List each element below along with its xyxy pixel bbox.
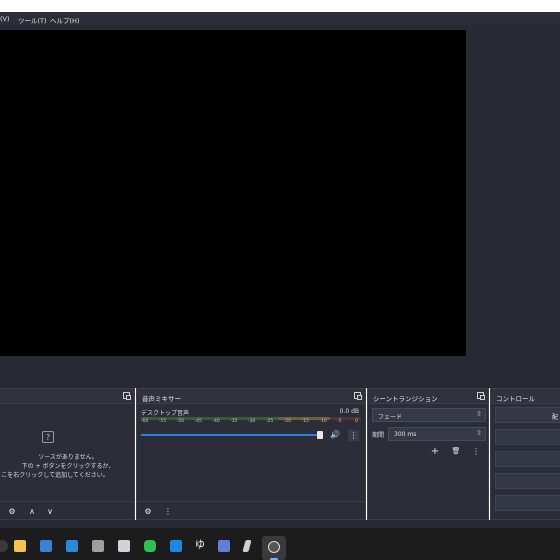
scene-transitions-dock: シーントランジション フェード ⇳ 期間 300 ms ⇳ + 🗑 ⋮ [367,388,489,520]
meter-tick-label: -50 [176,419,185,424]
controls-button-3[interactable] [495,451,560,467]
sources-empty-line3: ここを右クリックして追加してください。 [0,472,109,479]
meter-tick-label: -20 [283,419,292,424]
meter-tick-label: -55 [158,419,167,424]
sources-empty-line2: 下の + ボタンをクリックするか、 [21,463,115,470]
yu-icon[interactable]: ゆ [194,540,206,552]
duration-value: 300 ms [394,431,417,438]
transition-type-value: フェード [378,414,403,421]
sources-empty-line1: ソースがありません。 [38,454,98,461]
chevron-updown-icon: ⇳ [476,410,482,418]
mixer-track-name: デスクトップ音声 [141,410,190,417]
menu-help[interactable]: ヘルプ(H) [50,15,79,25]
source-settings-icon[interactable]: ⚙ [5,505,19,517]
mixer-dock-title: 音声ミキサー [137,389,365,404]
pen-icon[interactable] [242,540,252,552]
controls-button-2[interactable] [495,429,560,445]
controls-button-1-label: 配 [552,414,559,421]
volume-slider[interactable] [141,434,320,436]
controls-button-4[interactable] [495,473,560,489]
meter-tick-label: 0 [355,419,358,424]
taskbar: ゆ [0,528,560,560]
transition-type-select[interactable]: フェード ⇳ [372,408,486,422]
undock-icon[interactable] [477,392,485,400]
top-strip [0,0,560,12]
add-transition-icon[interactable]: + [428,445,442,457]
mixer-level: 0.0 dB [339,408,359,415]
undock-icon[interactable] [123,392,131,400]
sources-toolbar: ⚙ ∧ ∨ [0,501,134,519]
audio-mixer-dock: 音声ミキサー デスクトップ音声 0.0 dB -60 -55 -50 -45 -40 -3… [136,388,366,520]
move-down-icon[interactable]: ∨ [43,505,57,517]
meter-tick-label: -25 [265,419,274,424]
mixer-settings-icon[interactable]: ⚙ [141,505,155,517]
explorer-icon[interactable] [14,540,26,552]
obs-icon[interactable] [0,540,8,552]
undock-icon[interactable] [354,392,362,400]
menu-tools[interactable]: ツール(T) [18,15,47,25]
sources-dock: ? ソースがありません。 下の + ボタンをクリックするか、 ここを右クリックし… [0,388,135,520]
window-bottom-edge [0,520,560,528]
menubar: (V) ツール(T) ヘルプ(H) [0,12,560,25]
calendar-icon[interactable] [40,540,52,552]
controls-button-1[interactable]: 配 [495,407,560,423]
image-icon[interactable] [218,540,230,552]
meter-tick-label: -40 [212,419,220,424]
sources-help-icon: ? [42,431,54,443]
dock-spacer [0,357,560,388]
mail-icon[interactable] [66,540,78,552]
meter-tick-label: -30 [248,419,256,424]
terminal-icon[interactable] [118,540,130,552]
volume-slider-knob[interactable] [316,431,323,439]
meter-tick-label: -60 [141,419,149,424]
line-icon[interactable] [144,540,156,552]
controls-title: コントロール [496,395,535,403]
controls-button-5[interactable] [495,495,560,511]
move-up-icon[interactable]: ∧ [25,505,39,517]
store-icon[interactable] [92,540,104,552]
transitions-dock-title: シーントランジション [368,389,488,404]
mixer-track-menu-icon[interactable]: ⋮ [348,430,359,441]
mixer-title: 音声ミキサー [142,395,181,403]
duration-label: 期間 [372,432,385,439]
sources-dock-title [0,389,134,404]
menu-view[interactable]: (V) [0,15,10,23]
meter-tick-label: -15 [301,419,309,424]
spin-arrows-icon: ⇳ [476,429,482,437]
remove-transition-icon[interactable]: 🗑 [449,445,463,457]
meter-tick-label: -10 [319,419,327,424]
preview-canvas[interactable] [0,30,466,356]
mixer-menu-icon[interactable]: ⋮ [161,505,175,517]
meter-tick-label: -5 [337,419,342,424]
obs-studio-icon [268,541,280,553]
meter-tick-label: -35 [230,419,238,424]
taskbar-active-app[interactable] [262,536,286,560]
meter-tick-label: -45 [194,419,202,424]
controls-dock: コントロール 配 [490,388,560,520]
controls-dock-title: コントロール [491,389,560,404]
transitions-title: シーントランジション [373,395,438,403]
app-icon[interactable] [170,540,182,552]
duration-spinbox[interactable]: 300 ms ⇳ [388,427,486,441]
speaker-icon[interactable]: 🔊 [330,430,340,439]
transition-menu-icon[interactable]: ⋮ [469,445,483,457]
mixer-toolbar: ⚙ ⋮ [137,501,365,519]
